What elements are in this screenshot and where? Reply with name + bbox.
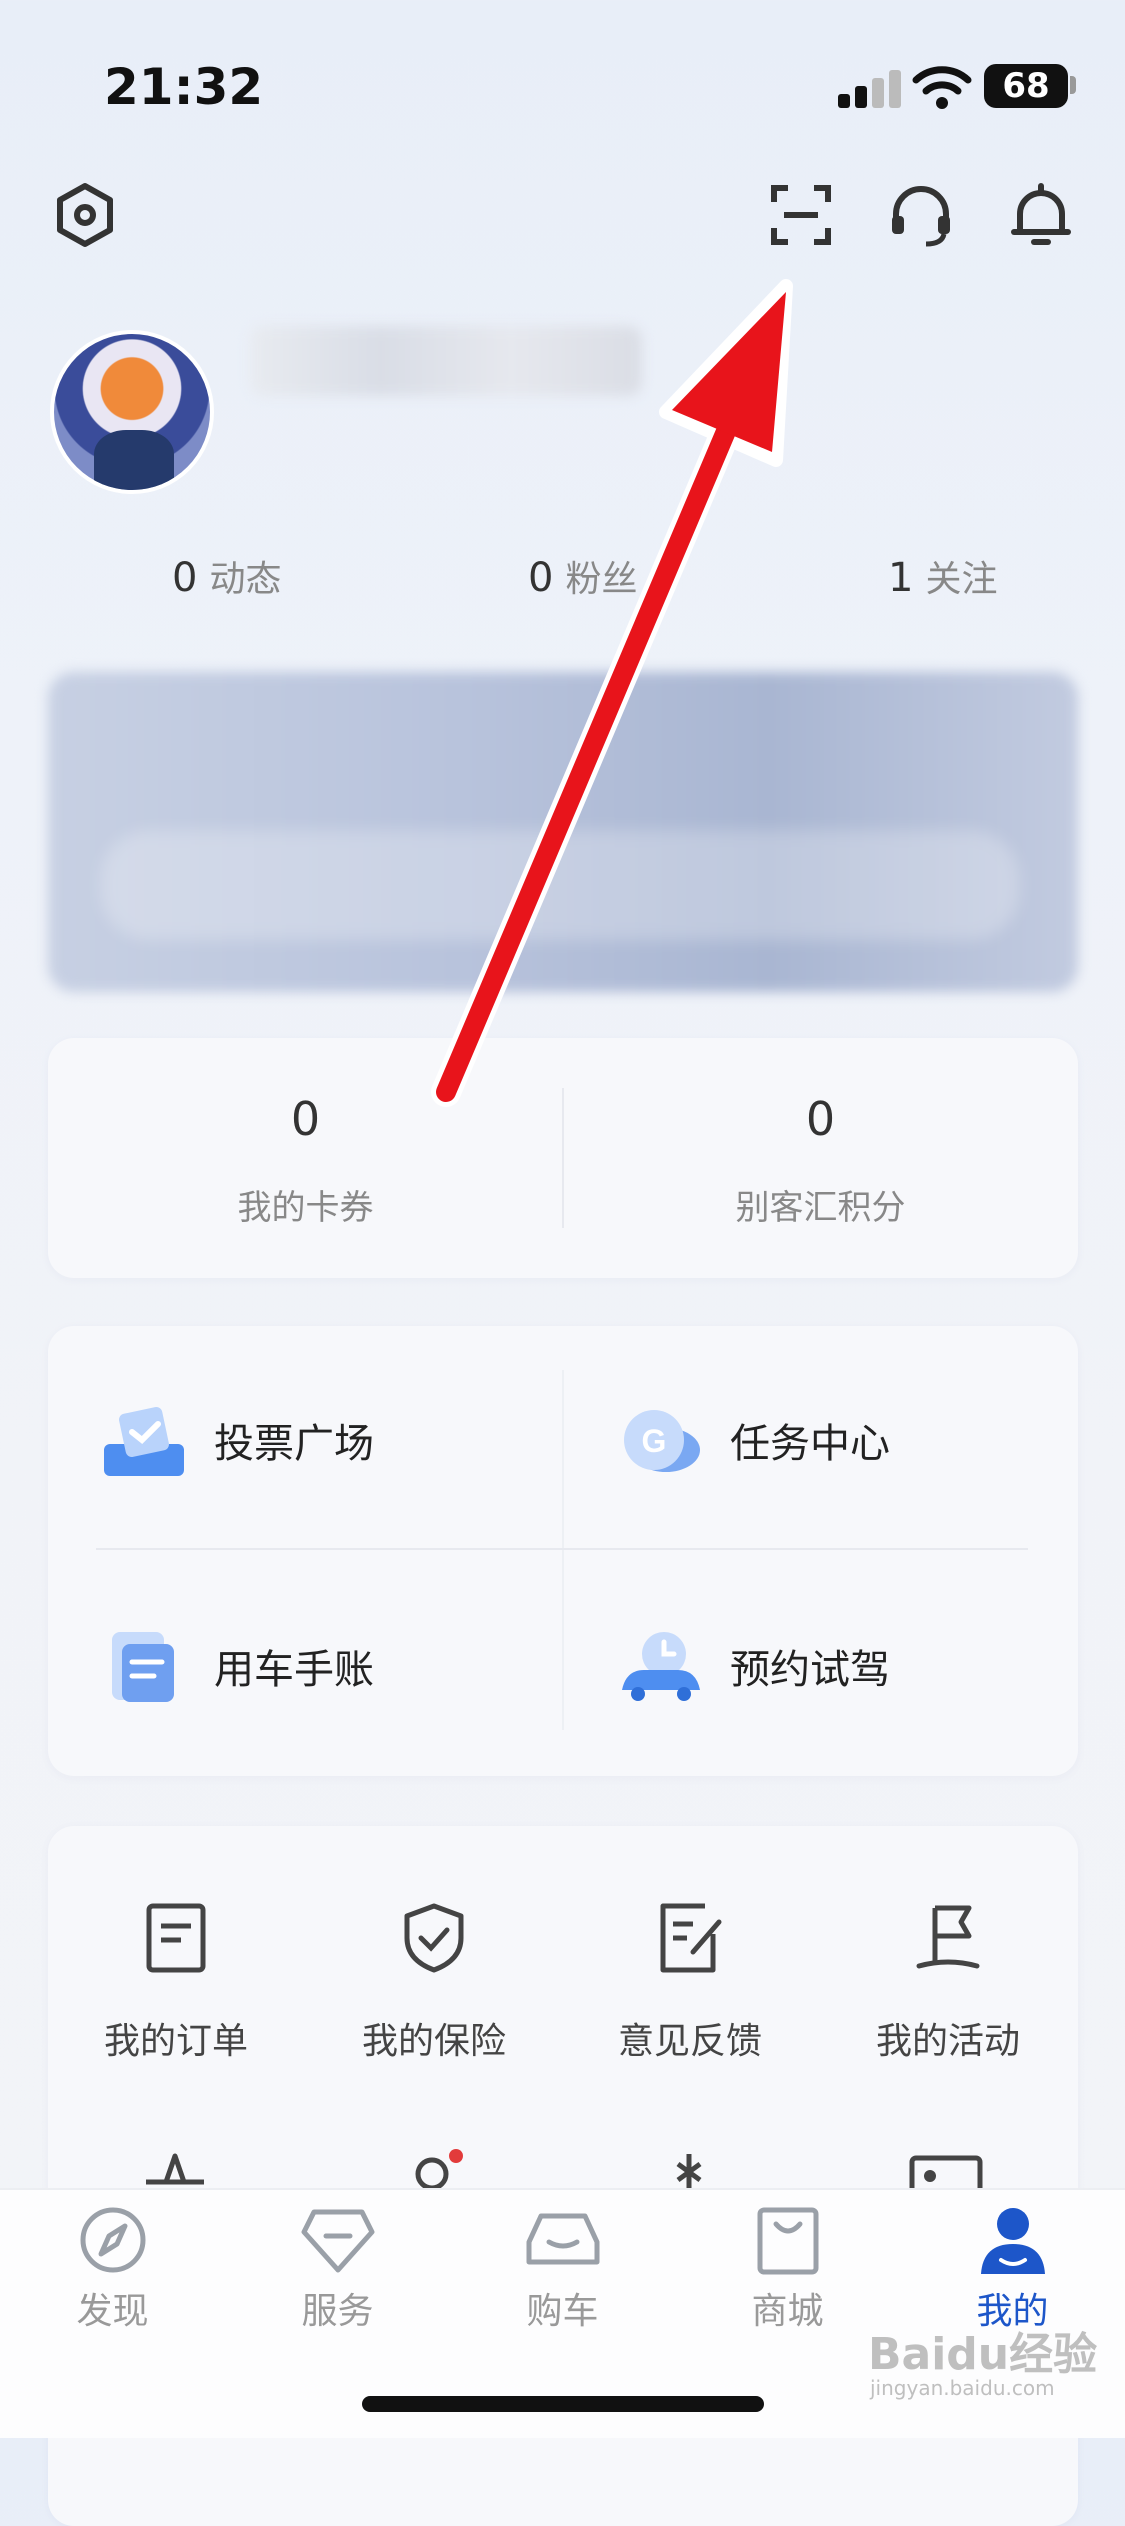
customer-service-icon[interactable]: [886, 180, 956, 250]
user-notification-icon[interactable]: [402, 2144, 472, 2188]
compass-icon: [80, 2207, 145, 2273]
feature-test-drive-label: 预约试驾: [730, 1647, 890, 1693]
stat-following-count: 1: [888, 555, 914, 601]
features-vertical-divider: [562, 1370, 564, 1730]
feature-notebook-label: 用车手账: [214, 1647, 374, 1693]
tab-service[interactable]: 服务: [225, 2202, 450, 2334]
battery-indicator: 68: [984, 64, 1068, 108]
tab-buy-car[interactable]: 购车: [450, 2202, 675, 2334]
scan-icon[interactable]: [766, 180, 836, 250]
coupons-label[interactable]: 我的卡券: [48, 1180, 563, 1229]
coupons-count[interactable]: 0: [48, 1092, 563, 1146]
order-icon: [146, 1903, 206, 1973]
service-feedback-label: 意见反馈: [617, 2021, 762, 2062]
insurance-icon: [404, 1903, 464, 1973]
stat-posts[interactable]: 0 动态: [172, 550, 281, 602]
tab-mall-label: 商城: [751, 2291, 824, 2332]
stat-fans[interactable]: 0 粉丝: [528, 550, 637, 602]
wifi-icon: [912, 66, 972, 109]
stat-following-label: 关注: [925, 559, 998, 600]
notification-bell-icon[interactable]: [1006, 180, 1076, 250]
star-icon[interactable]: [140, 2152, 210, 2188]
avatar[interactable]: [50, 330, 214, 494]
feedback-icon: [660, 1903, 722, 1973]
status-time: 21:32: [104, 58, 264, 116]
service-activities-label: 我的活动: [875, 2021, 1020, 2062]
feature-test-drive[interactable]: 预约试驾: [616, 1626, 890, 1706]
battery-tip: [1070, 76, 1076, 94]
tab-discover[interactable]: 发现: [0, 2202, 225, 2334]
feature-vote-square[interactable]: 投票广场: [100, 1400, 374, 1480]
tab-me[interactable]: 我的: [900, 2202, 1125, 2334]
features-horizontal-divider: [96, 1548, 1028, 1550]
home-indicator[interactable]: [362, 2396, 764, 2412]
diamond-icon: [301, 2209, 374, 2273]
test-drive-icon: [622, 1632, 700, 1701]
feature-vote-label: 投票广场: [214, 1421, 374, 1467]
shopping-bag-icon: [757, 2207, 818, 2275]
car-icon: [526, 2213, 599, 2265]
activity-flag-icon: [916, 1905, 980, 1969]
points-label[interactable]: 别客汇积分: [563, 1180, 1078, 1229]
svg-text:G: G: [642, 1423, 667, 1459]
notebook-icon: [112, 1632, 174, 1702]
bluetooth-icon[interactable]: [664, 2150, 714, 2188]
tab-mall[interactable]: 商城: [675, 2202, 900, 2334]
battery-level: 68: [1002, 66, 1050, 106]
service-insurance-label: 我的保险: [361, 2021, 506, 2062]
person-icon: [980, 2208, 1045, 2274]
membership-bar-blurred: [100, 830, 1020, 940]
task-icon: G: [624, 1410, 700, 1472]
stat-fans-label: 粉丝: [565, 559, 638, 600]
feature-task-center[interactable]: G 任务中心: [616, 1400, 890, 1480]
stat-fans-count: 0: [528, 555, 554, 601]
service-feedback[interactable]: 意见反馈: [570, 1900, 810, 2064]
service-my-activities[interactable]: 我的活动: [828, 1900, 1068, 2064]
vote-icon: [104, 1407, 184, 1476]
baidu-watermark-url: jingyan.baidu.com: [870, 2376, 1055, 2400]
tab-discover-label: 发现: [76, 2291, 149, 2332]
feature-task-label: 任务中心: [730, 1421, 890, 1467]
feature-car-notebook[interactable]: 用车手账: [100, 1626, 374, 1706]
stat-posts-label: 动态: [209, 559, 282, 600]
service-my-orders[interactable]: 我的订单: [56, 1900, 296, 2064]
username-blurred: [250, 326, 642, 396]
tab-service-label: 服务: [301, 2291, 374, 2332]
service-my-insurance[interactable]: 我的保险: [314, 1900, 554, 2064]
cellular-signal-icon: [838, 68, 902, 108]
settings-hexagon-icon[interactable]: [50, 180, 120, 250]
tab-buy-car-label: 购车: [526, 2291, 599, 2332]
service-orders-label: 我的订单: [103, 2021, 248, 2062]
baidu-watermark: Baidu经验: [868, 2329, 1098, 2380]
stat-posts-count: 0: [172, 555, 198, 601]
stat-following[interactable]: 1 关注: [888, 550, 997, 602]
id-card-icon[interactable]: [906, 2152, 986, 2188]
points-count[interactable]: 0: [563, 1092, 1078, 1146]
